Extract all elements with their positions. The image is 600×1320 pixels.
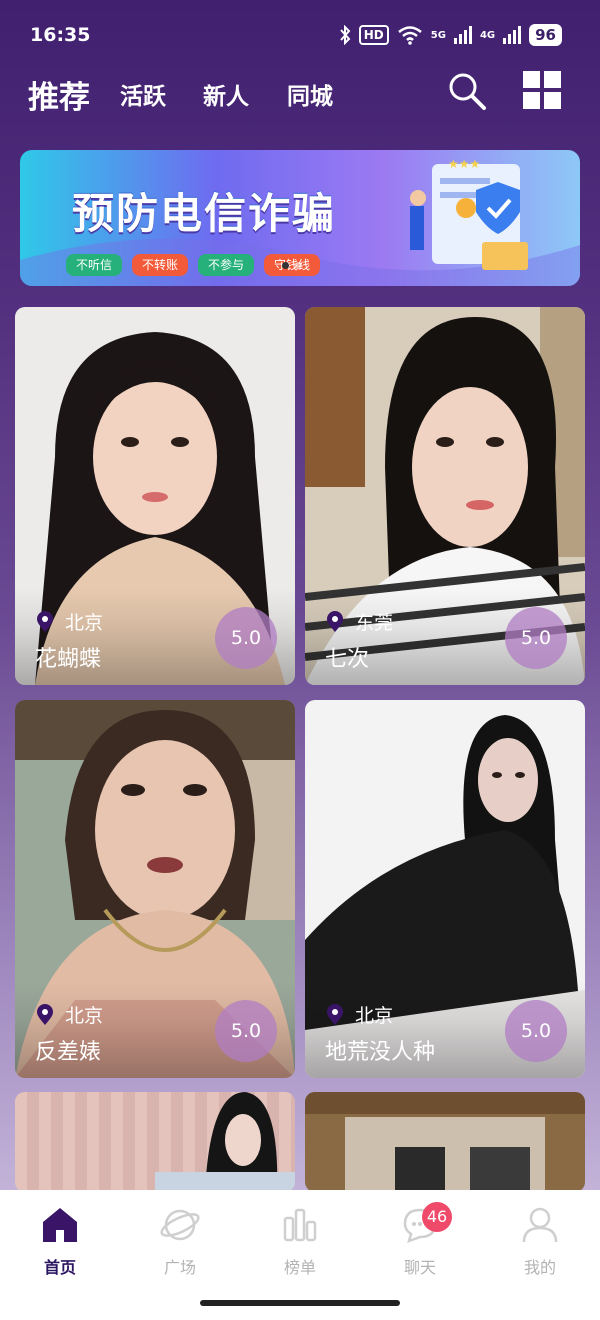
location-pin-icon [327,610,343,632]
tab-new-users[interactable]: 新人 [203,77,249,111]
profile-card[interactable]: 北京 反差婊 5.0 [15,700,295,1078]
card-location: 东莞 [325,608,393,635]
card-city: 北京 [355,1005,394,1027]
card-score: 5.0 [505,1000,567,1062]
card-city: 北京 [65,612,104,634]
nav-chat-label: 聊天 [403,1258,436,1277]
location-pin-icon [37,610,53,632]
status-time: 16:35 [30,24,91,46]
card-score: 5.0 [215,607,277,669]
net-4g-label: 4G [479,29,496,41]
grid-menu-button[interactable] [522,70,564,112]
top-nav: 推荐 活跃 新人 同城 [0,70,600,130]
search-button[interactable] [446,70,488,112]
tab-same-city[interactable]: 同城 [287,77,333,111]
hd-indicator: HD [358,25,389,45]
svg-text:★★★: ★★★ [448,157,480,171]
promo-banner[interactable]: ★★★ 预防电信诈骗 不听信 不转账 不参与 守钱线 [20,150,580,286]
nav-plaza[interactable]: 广场 [120,1204,240,1278]
nav-plaza-label: 广场 [163,1258,196,1277]
net-5g-label: 5G [430,29,446,41]
card-score: 5.0 [505,607,567,669]
nav-home-label: 首页 [43,1258,76,1277]
banner-chip: 不听信 [66,254,123,276]
chat-unread-badge: 46 [422,1202,452,1232]
card-location: 北京 [35,608,103,635]
home-indicator[interactable] [200,1300,400,1306]
profile-card[interactable] [305,1092,585,1192]
wifi-icon [397,26,422,45]
card-name: 反差婊 [35,1040,102,1065]
card-name: 七次 [325,647,370,672]
banner-chip: 不参与 [198,254,255,276]
card-location: 北京 [325,1001,393,1028]
banner-chip: 不转账 [132,254,189,276]
nav-profile-label: 我的 [523,1258,556,1277]
user-icon [522,1207,558,1243]
nav-ranking[interactable]: 榜单 [240,1204,360,1278]
status-bar: 16:35 HD 5G 4G 96 [0,0,600,70]
planet-icon [160,1209,200,1241]
location-pin-icon [37,1003,53,1025]
nav-chat[interactable]: 46 聊天 [360,1202,480,1278]
card-city: 东莞 [355,612,394,634]
card-city: 北京 [65,1005,104,1027]
profile-photo [15,1092,295,1192]
chart-icon [283,1208,317,1242]
profile-card[interactable]: 东莞 七次 5.0 [305,307,585,685]
nav-ranking-label: 榜单 [283,1258,316,1277]
card-score: 5.0 [215,1000,277,1062]
profile-card[interactable]: 北京 地荒没人种 5.0 [305,700,585,1078]
battery-level: 96 [529,24,562,46]
signal-4g-icon [503,26,522,44]
signal-5g-icon [453,26,472,44]
status-icons: HD 5G 4G 96 [339,24,562,46]
nav-home[interactable]: 首页 [0,1204,120,1278]
profile-card[interactable] [15,1092,295,1192]
profile-card[interactable]: 北京 花蝴蝶 5.0 [15,307,295,685]
location-pin-icon [327,1003,343,1025]
profile-photo [305,1092,585,1192]
nav-profile[interactable]: 我的 [480,1204,600,1278]
home-icon [43,1208,77,1242]
tab-recommend[interactable]: 推荐 [28,72,90,117]
card-name: 花蝴蝶 [35,647,102,672]
bluetooth-icon [340,25,351,45]
tab-active-users[interactable]: 活跃 [120,77,166,111]
grid-icon [523,71,561,109]
card-location: 北京 [35,1001,103,1028]
card-name: 地荒没人种 [325,1040,436,1065]
banner-page-indicator [282,262,302,269]
search-icon [449,73,486,110]
banner-title: 预防电信诈骗 [72,189,337,238]
